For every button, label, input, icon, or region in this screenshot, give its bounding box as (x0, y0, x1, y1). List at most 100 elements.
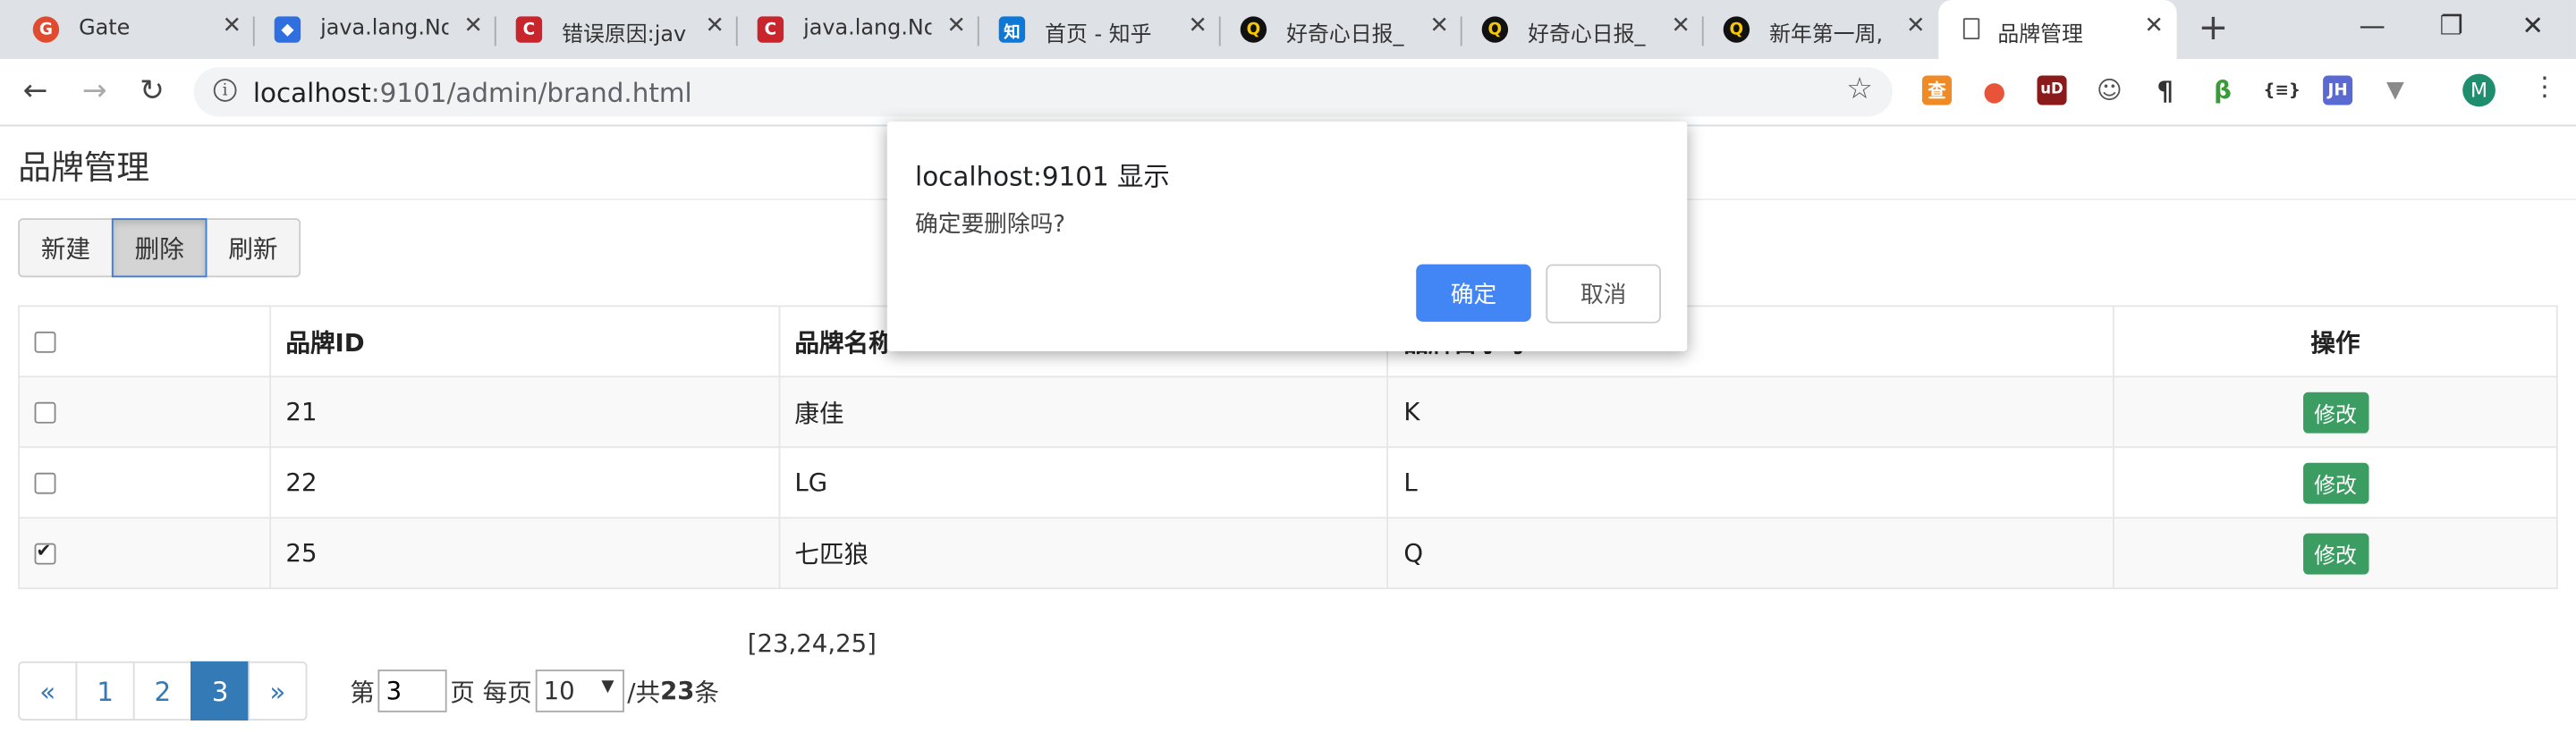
pagination-page-current[interactable]: 3 (191, 661, 250, 721)
refresh-button[interactable]: 刷新 (205, 218, 301, 278)
tab-error-cause[interactable]: C 错误原因:jav ✕ (496, 0, 738, 59)
tab-title: 新年第一周, (1769, 22, 1884, 48)
cell-brand-id: 22 (269, 446, 780, 519)
ext-location-icon[interactable]: ● (1979, 75, 2009, 106)
new-button[interactable]: 新建 (18, 218, 114, 278)
pagination-next[interactable]: » (248, 661, 308, 721)
forward-icon[interactable]: → (82, 74, 107, 109)
pagination-page[interactable]: 2 (132, 661, 192, 721)
header-brand-id: 品牌ID (269, 305, 780, 378)
cell-brand-letter: K (1387, 375, 2115, 449)
close-icon[interactable]: ✕ (222, 13, 242, 39)
page-size-select[interactable]: 10 ▼ (535, 670, 624, 712)
cell-brand-name: 康佳 (778, 375, 1389, 449)
page-title: 品牌管理 (18, 147, 150, 188)
back-icon[interactable]: ← (23, 74, 48, 109)
minimize-icon[interactable]: — (2360, 10, 2385, 41)
tab-title: 品牌管理 (1997, 22, 2083, 48)
address-bar[interactable]: i localhost:9101/admin/brand.html ☆ (193, 67, 1893, 117)
browser-toolbar: ← → ↻ i localhost:9101/admin/brand.html … (0, 59, 2576, 127)
close-icon[interactable]: ✕ (1906, 13, 1926, 39)
cell-brand-id: 25 (269, 517, 780, 590)
pagination: « 1 2 3 » (18, 661, 308, 721)
cell-operations: 修改 (2113, 446, 2558, 519)
page-number-input[interactable] (377, 670, 447, 712)
tab-title: java.lang.No (803, 16, 932, 41)
csdn-icon: C (757, 16, 784, 43)
bookmark-star-icon[interactable]: ☆ (1846, 72, 1873, 107)
table-row: 21 康佳 K 修改 (18, 375, 2558, 449)
total-count: 23 (660, 676, 695, 706)
reload-icon[interactable]: ↻ (140, 74, 165, 109)
action-button-group: 新建 删除 刷新 (18, 218, 301, 278)
close-icon[interactable]: ✕ (463, 13, 483, 39)
new-tab-icon[interactable]: + (2199, 8, 2229, 49)
tab-brand-management[interactable]: 品牌管理 ✕ (1938, 0, 2177, 60)
tab-zhihu[interactable]: 知 首页 - 知乎 ✕ (979, 0, 1221, 59)
edit-button[interactable]: 修改 (2302, 461, 2368, 503)
delete-button[interactable]: 删除 (111, 218, 208, 278)
dialog-title: localhost:9101 显示 (915, 160, 1170, 192)
pagination-prev[interactable]: « (18, 661, 78, 721)
close-icon[interactable]: ✕ (1671, 13, 1690, 39)
close-icon[interactable]: ✕ (2144, 13, 2164, 39)
cell-brand-letter: L (1387, 446, 2115, 519)
pagination-info: 第 页 每页 10 ▼ /共23条 (350, 670, 719, 712)
close-icon[interactable]: ✕ (705, 13, 724, 39)
qdaily-icon: Q (1723, 16, 1750, 43)
total-prefix-label: /共 (627, 677, 661, 707)
header-select-all (18, 305, 271, 378)
row-checkbox[interactable] (34, 472, 56, 494)
row-checkbox[interactable] (34, 540, 56, 565)
json-icon[interactable]: {≡} (2263, 75, 2301, 105)
vue-devtools-icon[interactable]: ▼ (2380, 75, 2410, 105)
tab-java-lang-1[interactable]: ◆ java.lang.No ✕ (255, 0, 496, 59)
confirm-dialog: localhost:9101 显示 确定要删除吗? 确定 取消 (886, 121, 1688, 351)
csdn-icon: C (515, 16, 543, 43)
tab-gate[interactable]: G Gate ✕ (13, 0, 255, 59)
ext-mascot-icon[interactable]: ☺ (2095, 75, 2124, 105)
dropdown-arrow-icon: ▼ (601, 678, 614, 696)
tab-title: 好奇心日报_ (1286, 22, 1404, 48)
info-icon[interactable]: i (213, 79, 237, 102)
row-select-cell (18, 375, 271, 449)
ublock-icon[interactable]: uD (2037, 75, 2067, 105)
cell-operations: 修改 (2113, 375, 2558, 449)
tab-qdaily-3[interactable]: Q 新年第一周, ✕ (1704, 0, 1939, 59)
tab-qdaily-1[interactable]: Q 好奇心日报_ ✕ (1221, 0, 1462, 59)
row-select-cell (18, 517, 271, 590)
window-close-icon[interactable]: ✕ (2521, 10, 2544, 41)
close-icon[interactable]: ✕ (1188, 13, 1208, 39)
select-all-checkbox[interactable] (34, 331, 56, 353)
page-size-label: 页 每页 (450, 677, 532, 707)
avatar[interactable]: M (2462, 73, 2496, 107)
zhihu-icon: 知 (998, 16, 1026, 43)
ext-green-icon[interactable]: β (2208, 75, 2238, 105)
row-checkbox[interactable] (34, 401, 56, 424)
tab-java-lang-2[interactable]: C java.lang.No ✕ (738, 0, 979, 59)
menu-kebab-icon[interactable]: ⋮ (2531, 71, 2557, 102)
cell-brand-letter: Q (1387, 517, 2115, 590)
tab-title: java.lang.No (320, 16, 449, 41)
pilcrow-icon[interactable]: ¶ (2150, 75, 2180, 106)
jh-icon[interactable]: JH (2323, 75, 2353, 105)
qdaily-icon: Q (1240, 16, 1267, 43)
tab-title: 错误原因:jav (562, 22, 687, 48)
edit-button[interactable]: 修改 (2302, 532, 2368, 574)
confirm-button[interactable]: 确定 (1416, 264, 1531, 322)
close-icon[interactable]: ✕ (946, 13, 966, 39)
pagination-page[interactable]: 1 (75, 661, 135, 721)
restore-icon[interactable]: ❐ (2439, 10, 2462, 41)
edit-button[interactable]: 修改 (2302, 391, 2368, 433)
ext-orange-icon[interactable]: 查 (1921, 75, 1952, 105)
tab-title: 好奇心日报_ (1528, 22, 1646, 48)
browser-tabstrip: G Gate ✕ ◆ java.lang.No ✕ C 错误原因:jav ✕ C… (0, 0, 2576, 60)
close-icon[interactable]: ✕ (1429, 13, 1449, 39)
cancel-button[interactable]: 取消 (1546, 264, 1661, 324)
total-suffix-label: 条 (694, 677, 720, 707)
table-row: 25 七匹狼 Q 修改 (18, 517, 2558, 590)
tab-qdaily-2[interactable]: Q 好奇心日报_ ✕ (1462, 0, 1704, 59)
page-size-value: 10 (543, 676, 575, 706)
gate-icon: G (32, 16, 60, 43)
cell-operations: 修改 (2113, 517, 2558, 590)
